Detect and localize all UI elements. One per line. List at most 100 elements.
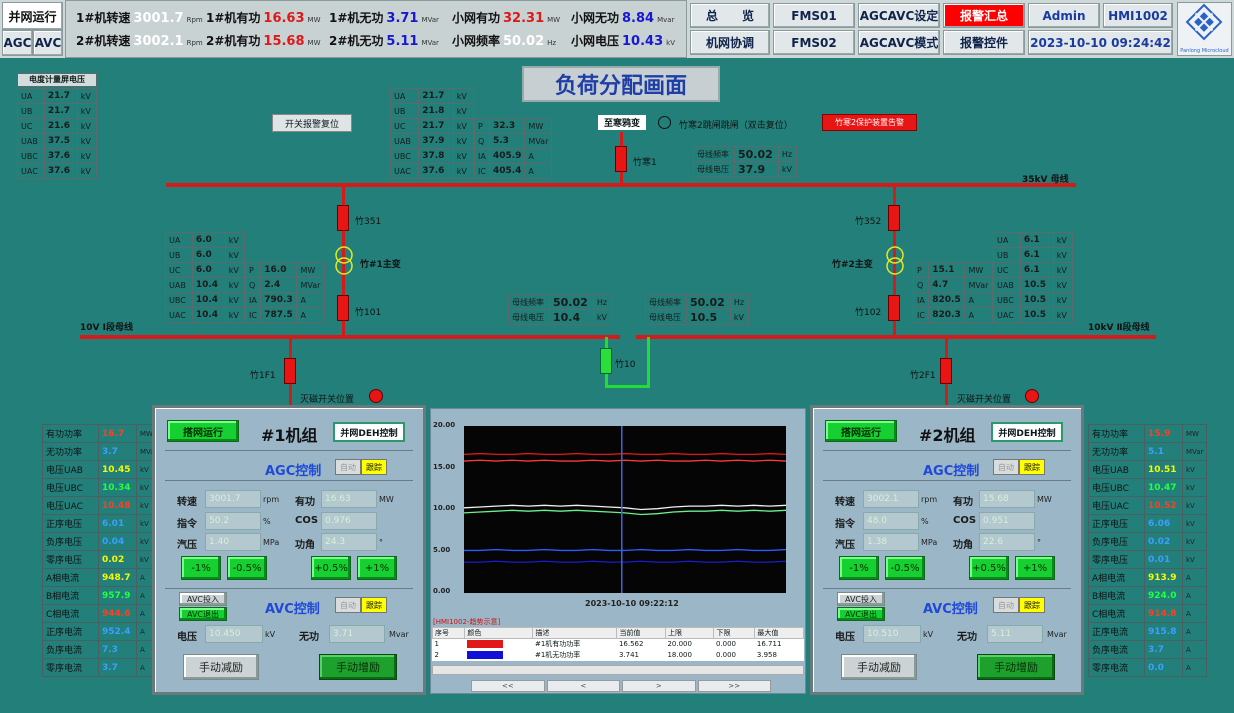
table-row: IA 790.3 A — [244, 292, 325, 308]
grid-run-button[interactable]: 搭网运行 — [167, 420, 239, 442]
breaker-zhuhan1[interactable] — [615, 146, 627, 172]
row-unit: kV — [76, 118, 98, 134]
breaker-z10[interactable] — [600, 348, 612, 374]
agc-indicator[interactable]: AGC — [2, 30, 33, 56]
reactive-value: 5.11 — [987, 625, 1043, 643]
field-label: 功角 — [295, 540, 315, 551]
transformer-t1-icon[interactable] — [330, 244, 358, 278]
cell-max: 16.711 — [756, 640, 782, 649]
row-unit: kV — [1052, 307, 1074, 323]
table-row[interactable]: 1 #1机有功功率 16.562 20.000 0.000 16.711 — [433, 639, 804, 650]
power-up-1pct-button[interactable]: +1% — [357, 556, 397, 580]
fms01-button[interactable]: FMS01 — [773, 3, 855, 28]
table-row[interactable]: 2 #1机无功功率 3.741 18.000 0.000 3.958 — [433, 650, 804, 661]
logo-text: Panlong Microcloud — [1180, 48, 1229, 54]
trend-nav-button[interactable]: >> — [697, 680, 771, 692]
switch-alarm-reset-button[interactable]: 开关报警复位 — [272, 114, 352, 132]
avc-disable-button[interactable]: AVC退出 — [179, 607, 227, 621]
trip-status-text[interactable]: 竹寒2跳闸跳闸（双击复位） — [679, 118, 793, 131]
user-admin-label: Admin — [1042, 8, 1086, 23]
overview-button[interactable]: 总 览 — [690, 3, 770, 28]
table-row: UBC 37.8 kV — [389, 148, 475, 164]
deh-control-button[interactable]: 并网DEH控制 — [333, 422, 405, 442]
power-up-1pct-button[interactable]: +1% — [1015, 556, 1055, 580]
hmi-id-button[interactable]: HMI1002 — [1103, 3, 1173, 28]
row-value: 957.9 — [98, 586, 137, 605]
alarm-summary-button[interactable]: 报警汇总 — [943, 3, 1025, 28]
row-key: IC — [912, 307, 930, 323]
avc-auto-button[interactable]: 自动 — [335, 597, 361, 613]
avc-indicator[interactable]: AVC — [33, 30, 63, 56]
readout-value: 5.11 — [386, 34, 419, 49]
power-up-05pct-button[interactable]: +0.5% — [311, 556, 351, 580]
power-down-1pct-button[interactable]: -1% — [181, 556, 221, 580]
agcavc-settings-button[interactable]: AGCAVC设定 — [858, 3, 940, 28]
manual-increase-excitation-button[interactable]: 手动增励 — [319, 654, 397, 680]
table-row: IC 787.5 A — [244, 307, 325, 323]
table-row: B相电流 957.9 A — [42, 586, 162, 605]
row-value: 10.51 — [1144, 460, 1183, 479]
row-unit: kV — [76, 103, 98, 119]
row-unit: kV — [1052, 247, 1074, 263]
readout-value: 8.84 — [622, 11, 655, 26]
deh-control-button[interactable]: 并网DEH控制 — [991, 422, 1063, 442]
power-up-05pct-button[interactable]: +0.5% — [969, 556, 1009, 580]
trend-nav-button[interactable]: > — [622, 680, 696, 692]
agc-track-button[interactable]: 跟踪 — [1019, 459, 1045, 475]
manual-decrease-excitation-button[interactable]: 手动减励 — [183, 654, 259, 680]
agc-track-button[interactable]: 跟踪 — [361, 459, 387, 475]
trend-table-scrollbar[interactable] — [432, 665, 804, 675]
table-row: UA 6.0 kV — [165, 232, 246, 248]
demag-switch-2-indicator-icon[interactable] — [1025, 389, 1039, 403]
table-row: P 15.1 MW — [912, 262, 993, 278]
separator-2 — [165, 480, 413, 481]
row-key: P — [244, 262, 262, 278]
demag-switch-1-indicator-icon[interactable] — [369, 389, 383, 403]
row-value: 790.3 — [260, 292, 298, 308]
row-key: Q — [474, 133, 490, 149]
fms02-button[interactable]: FMS02 — [773, 30, 855, 55]
row-unit: kV — [1181, 496, 1208, 515]
transformer-t2-icon[interactable] — [881, 244, 909, 278]
breaker-z101[interactable] — [337, 295, 349, 321]
manual-increase-excitation-button[interactable]: 手动增励 — [977, 654, 1055, 680]
trend-chart[interactable] — [464, 426, 786, 593]
trend-nav-button[interactable]: < — [546, 680, 620, 692]
grid-coordination-button[interactable]: 机网协调 — [690, 30, 770, 55]
breaker-z102[interactable] — [888, 295, 900, 321]
row-unit: kV — [1052, 277, 1074, 293]
row-key: 正序电压 — [42, 514, 99, 533]
row-key: IC — [244, 307, 262, 323]
breaker-z2f1[interactable] — [940, 358, 952, 384]
power-down-1pct-button[interactable]: -1% — [839, 556, 879, 580]
table-row: UAB 37.9 kV — [389, 133, 475, 149]
row-value: 6.0 — [191, 232, 226, 248]
avc-track-button[interactable]: 跟踪 — [361, 597, 387, 613]
avc-track-button[interactable]: 跟踪 — [1019, 597, 1045, 613]
reactive-value: 3.71 — [329, 625, 385, 643]
power-down-05pct-button[interactable]: -0.5% — [885, 556, 925, 580]
row-value: 405.9 — [488, 148, 526, 164]
alarm-control-button[interactable]: 报警控件 — [943, 30, 1025, 55]
agcavc-mode-button[interactable]: AGCAVC模式 — [858, 30, 940, 55]
agc-auto-button[interactable]: 自动 — [993, 459, 1019, 475]
avc-enable-button[interactable]: AVC投入 — [837, 592, 885, 606]
column-header: 最大值 — [754, 627, 804, 639]
breaker-z352[interactable] — [888, 205, 900, 231]
agc-auto-button[interactable]: 自动 — [335, 459, 361, 475]
power-down-05pct-button[interactable]: -0.5% — [227, 556, 267, 580]
manual-decrease-excitation-button[interactable]: 手动减励 — [841, 654, 917, 680]
avc-disable-button[interactable]: AVC退出 — [837, 607, 885, 621]
series-color-swatch — [466, 640, 503, 649]
avc-enable-button[interactable]: AVC投入 — [179, 592, 227, 606]
transformer-t1-label: 竹#1主变 — [360, 260, 401, 270]
breaker-z1f1[interactable] — [284, 358, 296, 384]
user-admin-button[interactable]: Admin — [1028, 3, 1100, 28]
row-value: 0.01 — [1144, 550, 1183, 569]
trend-nav-button[interactable]: << — [471, 680, 545, 692]
protection-alarm-badge[interactable]: 竹寒2保护装置告警 — [822, 114, 917, 131]
trip-indicator-icon[interactable] — [658, 116, 671, 129]
grid-run-button[interactable]: 搭网运行 — [825, 420, 897, 442]
avc-auto-button[interactable]: 自动 — [993, 597, 1019, 613]
breaker-z351[interactable] — [337, 205, 349, 231]
